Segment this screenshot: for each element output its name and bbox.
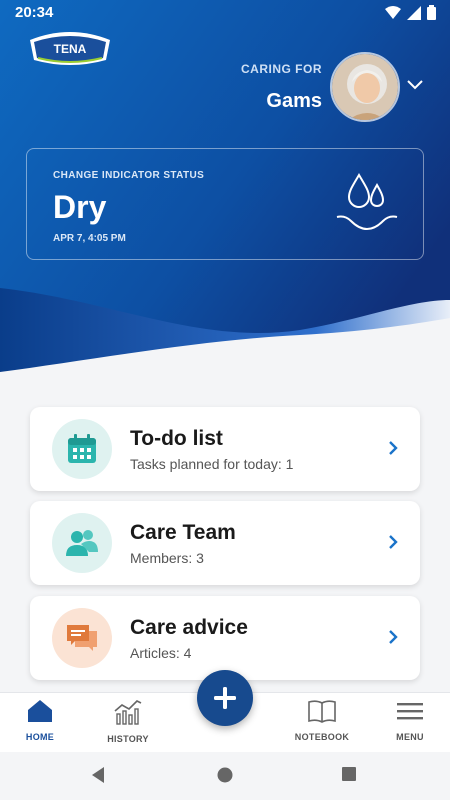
signal-icon	[407, 5, 421, 20]
water-drop-icon	[335, 173, 399, 244]
chart-icon	[114, 700, 142, 725]
add-button[interactable]	[197, 670, 253, 726]
battery-icon	[427, 5, 436, 20]
chevron-right-icon	[388, 440, 398, 461]
avatar[interactable]	[330, 52, 400, 122]
people-icon	[52, 513, 112, 573]
card-title: To-do list	[130, 427, 223, 450]
nav-home[interactable]: HOME	[0, 699, 80, 742]
nav-notebook[interactable]: NOTEBOOK	[282, 699, 362, 742]
chevron-right-icon	[388, 629, 398, 650]
book-icon	[308, 700, 336, 723]
status-bar: 20:34	[0, 0, 450, 26]
change-indicator-card[interactable]: CHANGE INDICATOR STATUS Dry APR 7, 4:05 …	[26, 148, 424, 260]
card-subtitle: Members: 3	[130, 550, 204, 566]
back-icon[interactable]	[90, 766, 106, 784]
status-timestamp: APR 7, 4:05 PM	[53, 233, 126, 244]
status-time: 20:34	[15, 4, 54, 21]
plus-icon	[214, 687, 236, 709]
nav-menu[interactable]: MENU	[370, 699, 450, 742]
nav-label: HISTORY	[107, 734, 149, 744]
menu-icon	[397, 703, 423, 720]
care-team-card[interactable]: Care Team Members: 3	[30, 501, 420, 585]
card-title: Care advice	[130, 616, 248, 639]
card-subtitle: Tasks planned for today: 1	[130, 456, 294, 472]
card-title: Care Team	[130, 521, 236, 544]
chat-icon	[52, 608, 112, 668]
care-advice-card[interactable]: Care advice Articles: 4	[30, 596, 420, 680]
card-subtitle: Articles: 4	[130, 645, 192, 661]
nav-label: MENU	[396, 732, 424, 742]
status-value: Dry	[53, 189, 107, 225]
caring-for-name[interactable]: Gams	[266, 90, 322, 113]
nav-label: NOTEBOOK	[294, 732, 350, 742]
status-icons	[385, 5, 436, 20]
system-nav-bar	[0, 752, 450, 800]
wifi-icon	[385, 5, 401, 19]
recents-icon[interactable]	[341, 766, 357, 782]
nav-label: HOME	[25, 732, 55, 742]
chevron-right-icon	[388, 534, 398, 555]
chevron-down-icon[interactable]	[406, 78, 424, 96]
todo-list-card[interactable]: To-do list Tasks planned for today: 1	[30, 407, 420, 491]
tena-logo: TENA	[28, 28, 112, 68]
caring-for-label: CARING FOR	[241, 62, 322, 76]
nav-history[interactable]: HISTORY	[88, 699, 168, 744]
home-icon	[28, 700, 52, 722]
home-circle-icon[interactable]	[216, 766, 234, 784]
svg-text:TENA: TENA	[54, 42, 87, 56]
calendar-icon	[52, 419, 112, 479]
status-card-label: CHANGE INDICATOR STATUS	[53, 170, 205, 181]
